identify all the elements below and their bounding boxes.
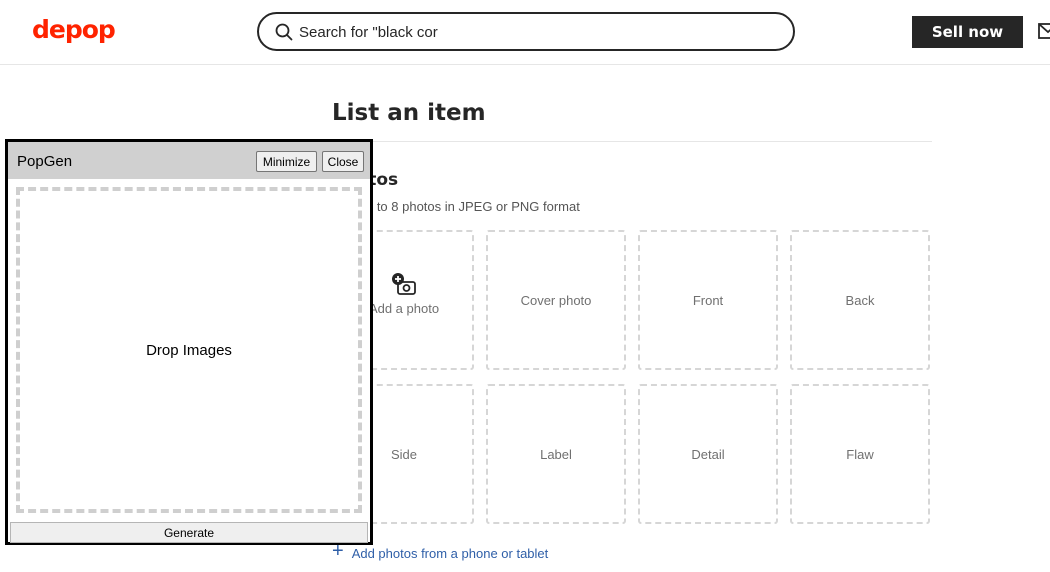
search-bar[interactable] [257, 12, 795, 51]
popgen-header[interactable]: PopGen Minimize Close [8, 142, 370, 179]
drop-zone-label: Drop Images [146, 341, 232, 359]
minimize-button[interactable]: Minimize [256, 151, 317, 172]
mail-icon[interactable] [1038, 21, 1050, 41]
depop-logo[interactable]: depop [32, 15, 116, 44]
add-photos-from-phone-label: Add photos from a phone or tablet [351, 545, 549, 561]
photo-slot-label: Back [845, 292, 875, 308]
photo-slot-label-tag[interactable]: Label [486, 384, 626, 524]
photo-slot-label: Front [692, 292, 724, 308]
photo-slot-label: Detail [691, 446, 725, 462]
photo-slot-flaw[interactable]: Flaw [790, 384, 930, 524]
popgen-title: PopGen [17, 153, 73, 170]
generate-button[interactable]: Generate [10, 522, 368, 543]
site-header: depop Sell now [0, 0, 1050, 65]
add-photo-label: Add a photo [368, 300, 440, 316]
photo-slot-label: Cover photo [520, 292, 592, 308]
photo-slot-back[interactable]: Back [790, 230, 930, 370]
divider [332, 141, 932, 142]
photo-slot-label: Flaw [846, 446, 874, 462]
popgen-panel: PopGen Minimize Close Drop Images Genera… [5, 139, 373, 545]
image-drop-zone[interactable]: Drop Images [16, 187, 362, 513]
photo-slot-label: Label [540, 446, 572, 462]
search-input[interactable] [299, 20, 769, 44]
add-camera-icon [392, 272, 416, 295]
close-button[interactable]: Close [322, 151, 364, 172]
photo-slot-front[interactable]: Front [638, 230, 778, 370]
add-photos-from-phone-link[interactable]: + Add photos from a phone or tablet [332, 540, 549, 563]
sell-now-button[interactable]: Sell now [912, 16, 1023, 48]
photo-slot-label: Side [390, 446, 418, 462]
page-title: List an item [332, 100, 486, 126]
photo-slot-cover[interactable]: Cover photo [486, 230, 626, 370]
photo-slot-detail[interactable]: Detail [638, 384, 778, 524]
search-icon [275, 23, 293, 41]
